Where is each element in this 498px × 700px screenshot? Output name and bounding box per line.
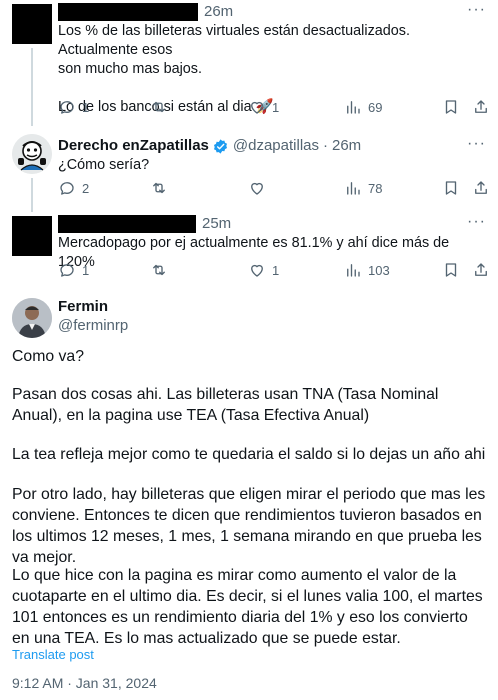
retweet-icon [153, 182, 165, 194]
bookmark-icon [445, 181, 457, 195]
post-time[interactable]: 26m [332, 136, 361, 156]
redacted-avatar[interactable] [12, 216, 52, 256]
views-button[interactable]: 103 [344, 260, 390, 280]
action-bar: 1 1 103 [58, 260, 487, 280]
cartoon-avatar-icon [12, 134, 52, 174]
thread-line [31, 48, 33, 126]
post-timestamp[interactable]: 9:12 AM · Jan 31, 2024 [12, 675, 157, 691]
views-icon [347, 264, 360, 277]
share-icon [475, 263, 487, 276]
verified-badge-icon [213, 138, 227, 154]
post-time[interactable]: 26m [204, 2, 233, 22]
share-button[interactable] [472, 97, 490, 117]
heart-icon [251, 264, 263, 277]
more-options-icon[interactable]: ··· [467, 212, 486, 232]
more-options-icon[interactable]: ··· [467, 0, 486, 20]
views-button[interactable]: 69 [344, 97, 382, 117]
action-bar: 1 1 69 [58, 97, 487, 117]
views-button[interactable]: 78 [344, 178, 382, 198]
heart-icon [251, 101, 263, 114]
reply-tweet-1[interactable]: 26m ··· Los % de las billeteras virtuale… [0, 0, 498, 126]
action-bar: 2 78 [58, 178, 487, 198]
share-button[interactable] [472, 260, 490, 280]
main-post: Fermin @ferminrp Como va? Pasan dos cosa… [12, 297, 486, 691]
thread-line [31, 178, 33, 212]
tweet-text: ¿Cómo sería? [58, 157, 150, 173]
like-button[interactable]: 1 [248, 97, 279, 117]
avatar[interactable] [12, 134, 52, 174]
display-name[interactable]: Derecho enZapatillas [58, 136, 209, 156]
redacted-avatar[interactable] [12, 4, 52, 44]
bookmark-icon [445, 100, 457, 114]
share-icon [475, 181, 487, 194]
bookmark-button[interactable] [442, 260, 460, 280]
reply-icon [60, 101, 74, 114]
heart-icon [251, 182, 263, 195]
redacted-name [58, 3, 198, 21]
handle[interactable]: @ferminrp [58, 316, 128, 336]
post-time[interactable]: 25m [202, 214, 231, 234]
display-name[interactable]: Fermin [58, 297, 108, 317]
retweet-button[interactable] [150, 260, 174, 280]
reply-button[interactable]: 1 [58, 260, 89, 280]
handle[interactable]: @dzapatillas [233, 136, 319, 156]
bookmark-icon [445, 263, 457, 277]
retweet-button[interactable] [150, 97, 174, 117]
translate-post-link[interactable]: Translate post [12, 647, 94, 662]
reply-icon [60, 182, 74, 195]
separator-dot: · [323, 137, 328, 154]
views-icon [347, 182, 360, 195]
like-button[interactable]: 1 [248, 260, 279, 280]
reply-tweet-2[interactable]: Derecho enZapatillas @dzapatillas · 26m … [0, 124, 498, 212]
reply-icon [60, 264, 74, 277]
reply-tweet-3[interactable]: 25m ··· Mercadopago por ej actualmente e… [0, 210, 498, 294]
bookmark-button[interactable] [442, 178, 460, 198]
retweet-icon [153, 264, 165, 276]
redacted-name [58, 215, 196, 233]
bookmark-button[interactable] [442, 97, 460, 117]
like-button[interactable] [248, 178, 272, 198]
retweet-button[interactable] [150, 178, 174, 198]
more-options-icon[interactable]: ··· [467, 134, 486, 154]
retweet-icon [153, 101, 165, 113]
avatar[interactable] [12, 298, 52, 338]
share-button[interactable] [472, 178, 490, 198]
views-icon [347, 101, 360, 114]
reply-button[interactable]: 2 [58, 178, 89, 198]
share-icon [475, 100, 487, 113]
reply-button[interactable]: 1 [58, 97, 89, 117]
profile-photo-icon [12, 298, 52, 338]
